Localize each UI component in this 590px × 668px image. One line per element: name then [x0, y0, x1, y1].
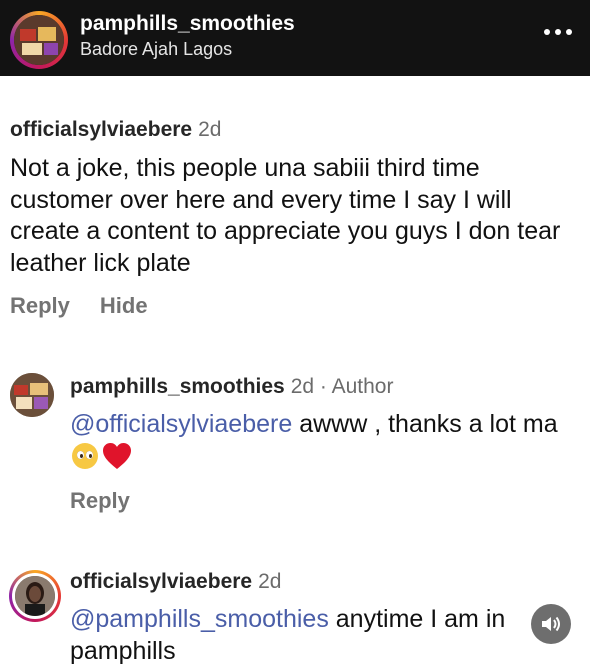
reply-button[interactable]: Reply [70, 488, 130, 514]
more-horizontal-icon[interactable] [544, 27, 572, 37]
reply-username[interactable]: pamphills_smoothies [70, 375, 285, 398]
reply-meta: 2d · Author [290, 375, 394, 398]
reply-meta: 2d [258, 570, 282, 593]
post-header: pamphills_smoothies Badore Ajah Lagos [0, 0, 590, 76]
commenter-avatar[interactable] [9, 570, 61, 622]
comment-username[interactable]: officialsylviaebere [10, 118, 192, 141]
hide-button[interactable]: Hide [100, 293, 148, 318]
reply-text: @pamphills_smoothies anytime I am in pam… [70, 604, 530, 667]
speaker-icon[interactable] [531, 604, 571, 644]
author-avatar[interactable] [10, 373, 54, 417]
profile-avatar[interactable] [10, 11, 68, 69]
pleading-face-icon [72, 442, 98, 469]
reply-header: officialsylviaebere 2d [70, 570, 281, 594]
reply-username[interactable]: officialsylviaebere [70, 570, 252, 593]
mention-link[interactable]: @officialsylviaebere [70, 410, 292, 438]
comment-time: 2d [198, 118, 222, 141]
reply-body: awww , thanks a lot ma [292, 410, 558, 438]
comment-actions: Reply Hide [10, 293, 178, 319]
red-heart-icon [103, 442, 131, 469]
account-name[interactable]: pamphills_smoothies [80, 12, 295, 36]
reply-header: pamphills_smoothies 2d · Author [70, 375, 393, 399]
mention-link[interactable]: @pamphills_smoothies [70, 605, 329, 633]
comment-header: officialsylviaebere 2d [10, 118, 221, 142]
location-label[interactable]: Badore Ajah Lagos [80, 39, 232, 60]
reply-text: @officialsylviaebere awww , thanks a lot… [70, 409, 575, 472]
comment-text: Not a joke, this people una sabiii third… [10, 154, 561, 277]
reply-button[interactable]: Reply [10, 293, 70, 318]
